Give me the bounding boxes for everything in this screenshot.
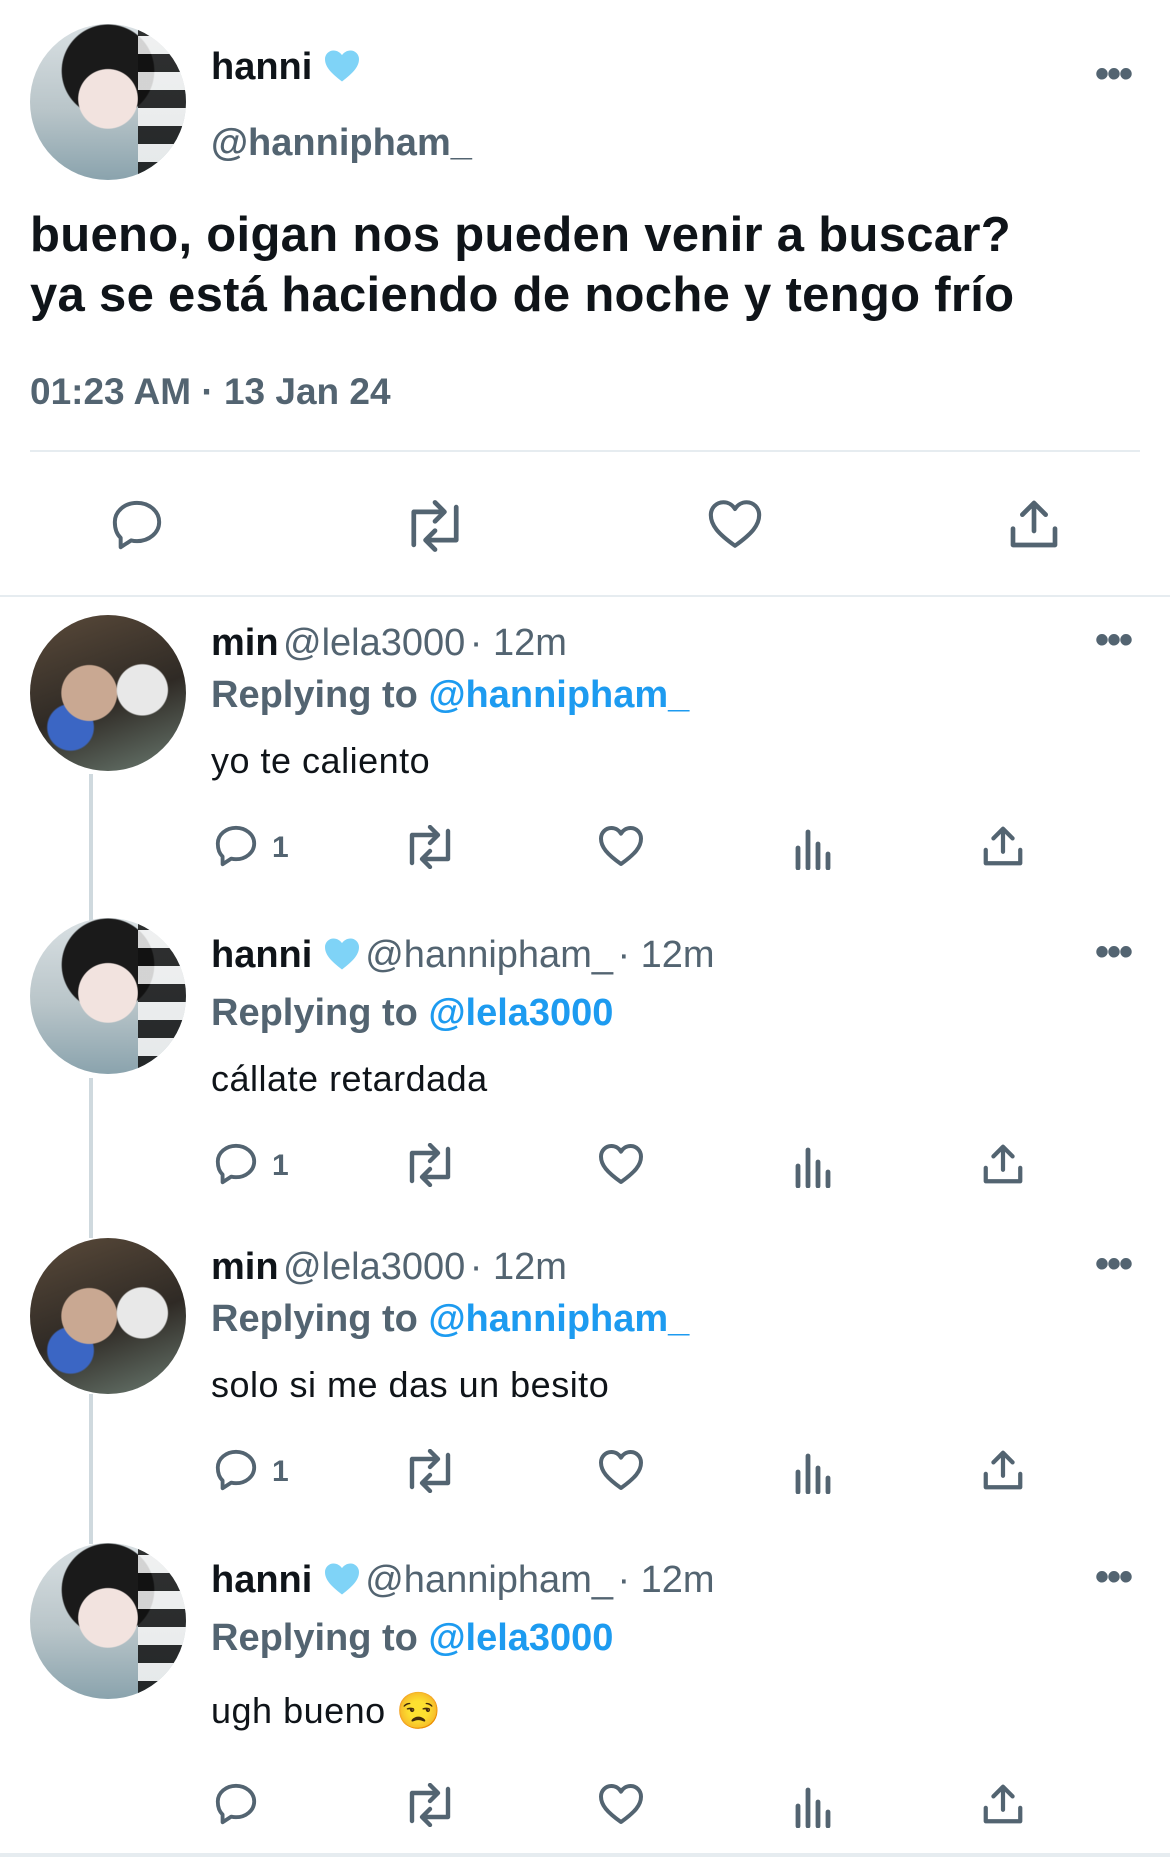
- replying-to-link[interactable]: @lela3000: [428, 992, 613, 1034]
- thread-line: [89, 774, 93, 924]
- reply-avatar[interactable]: [30, 918, 186, 1074]
- verified-heart-icon: [324, 938, 359, 970]
- retweet-icon[interactable]: [402, 1449, 458, 1493]
- section-divider: [0, 595, 1170, 597]
- replying-to: Replying to @hannipham_: [211, 1298, 689, 1341]
- like-icon[interactable]: [597, 822, 645, 870]
- retweet-icon[interactable]: [402, 1143, 458, 1187]
- more-icon[interactable]: •••: [1095, 618, 1133, 663]
- views-icon[interactable]: [793, 1144, 835, 1188]
- like-icon[interactable]: [597, 1140, 645, 1188]
- reply-icon[interactable]: [212, 1141, 260, 1187]
- main-avatar[interactable]: [30, 24, 186, 180]
- reply-handle[interactable]: @lela3000: [283, 622, 465, 664]
- verified-heart-icon: [324, 1563, 359, 1595]
- like-icon[interactable]: [597, 1446, 645, 1494]
- reply-avatar[interactable]: [30, 1238, 186, 1394]
- more-icon[interactable]: •••: [1095, 1555, 1133, 1600]
- reply-display-name[interactable]: min: [211, 1246, 279, 1288]
- reply-text: ugh bueno 😒: [211, 1690, 442, 1731]
- main-display-name[interactable]: hanni: [211, 46, 312, 88]
- main-handle[interactable]: @hannipham_: [211, 122, 472, 165]
- reply-count: 1: [272, 1455, 289, 1488]
- reply-header: min @lela3000 · 12m: [211, 1246, 567, 1289]
- reply-text: solo si me das un besito: [211, 1364, 610, 1405]
- reply-display-name[interactable]: hanni: [211, 1559, 312, 1601]
- replying-to: Replying to @lela3000: [211, 992, 613, 1035]
- share-icon[interactable]: [980, 1446, 1026, 1494]
- reply-icon[interactable]: [212, 1781, 260, 1827]
- main-author[interactable]: hanni: [211, 46, 361, 89]
- like-icon[interactable]: [597, 1780, 645, 1828]
- divider: [30, 450, 1140, 452]
- share-icon[interactable]: [980, 1780, 1026, 1828]
- main-timestamp[interactable]: 01:23 AM · 13 Jan 24: [30, 371, 391, 413]
- reply-handle[interactable]: @hannipham_: [365, 1559, 613, 1601]
- replying-to-link[interactable]: @hannipham_: [428, 674, 689, 716]
- reply-time[interactable]: · 12m: [470, 622, 567, 664]
- share-icon[interactable]: [980, 1140, 1026, 1188]
- views-icon[interactable]: [793, 1450, 835, 1494]
- replying-prefix: Replying to: [211, 1617, 418, 1659]
- reply-avatar[interactable]: [30, 1543, 186, 1699]
- reply-text: yo te caliento: [211, 740, 431, 781]
- reply-time[interactable]: · 12m: [617, 934, 714, 976]
- thread-line: [89, 1078, 93, 1238]
- reply-display-name[interactable]: hanni: [211, 934, 312, 976]
- reply-handle[interactable]: @hannipham_: [365, 934, 613, 976]
- verified-heart-icon: [324, 50, 359, 82]
- replying-to-link[interactable]: @hannipham_: [428, 1298, 689, 1340]
- reply-header: hanni @hannipham_ · 12m: [211, 934, 715, 977]
- main-tweet-text-line2: ya se está haciendo de noche y tengo frí…: [30, 268, 1015, 322]
- like-icon[interactable]: [705, 495, 765, 553]
- reply-count: 1: [272, 1149, 289, 1182]
- reply-header: hanni @hannipham_ · 12m: [211, 1559, 715, 1602]
- reply-icon[interactable]: [108, 497, 166, 553]
- bottom-divider: [0, 1853, 1170, 1857]
- retweet-icon[interactable]: [402, 825, 458, 869]
- reply-time[interactable]: · 12m: [617, 1559, 714, 1601]
- thread-line: [89, 1394, 93, 1544]
- views-icon[interactable]: [793, 1784, 835, 1828]
- reply-display-name[interactable]: min: [211, 622, 279, 664]
- reply-icon[interactable]: [212, 1447, 260, 1493]
- retweet-icon[interactable]: [402, 499, 468, 553]
- reply-header: min @lela3000 · 12m: [211, 622, 567, 665]
- reply-text: cállate retardada: [211, 1058, 488, 1099]
- replying-prefix: Replying to: [211, 674, 418, 716]
- reply-time[interactable]: · 12m: [470, 1246, 567, 1288]
- replying-to: Replying to @hannipham_: [211, 674, 689, 717]
- reply-icon[interactable]: [212, 823, 260, 869]
- reply-handle[interactable]: @lela3000: [283, 1246, 465, 1288]
- replying-to-link[interactable]: @lela3000: [428, 1617, 613, 1659]
- share-icon[interactable]: [980, 822, 1026, 870]
- more-icon[interactable]: •••: [1095, 1242, 1133, 1287]
- share-icon[interactable]: [1006, 495, 1062, 553]
- reply-count: 1: [272, 831, 289, 864]
- retweet-icon[interactable]: [402, 1783, 458, 1827]
- main-tweet-text-line1: bueno, oigan nos pueden venir a buscar?: [30, 208, 1011, 262]
- main-tweet-text: bueno, oigan nos pueden venir a buscar? …: [30, 205, 1014, 325]
- more-icon[interactable]: •••: [1095, 930, 1133, 975]
- views-icon[interactable]: [793, 826, 835, 870]
- replying-to: Replying to @lela3000: [211, 1617, 613, 1660]
- replying-prefix: Replying to: [211, 1298, 418, 1340]
- reply-avatar[interactable]: [30, 615, 186, 771]
- replying-prefix: Replying to: [211, 992, 418, 1034]
- more-icon[interactable]: •••: [1095, 52, 1133, 97]
